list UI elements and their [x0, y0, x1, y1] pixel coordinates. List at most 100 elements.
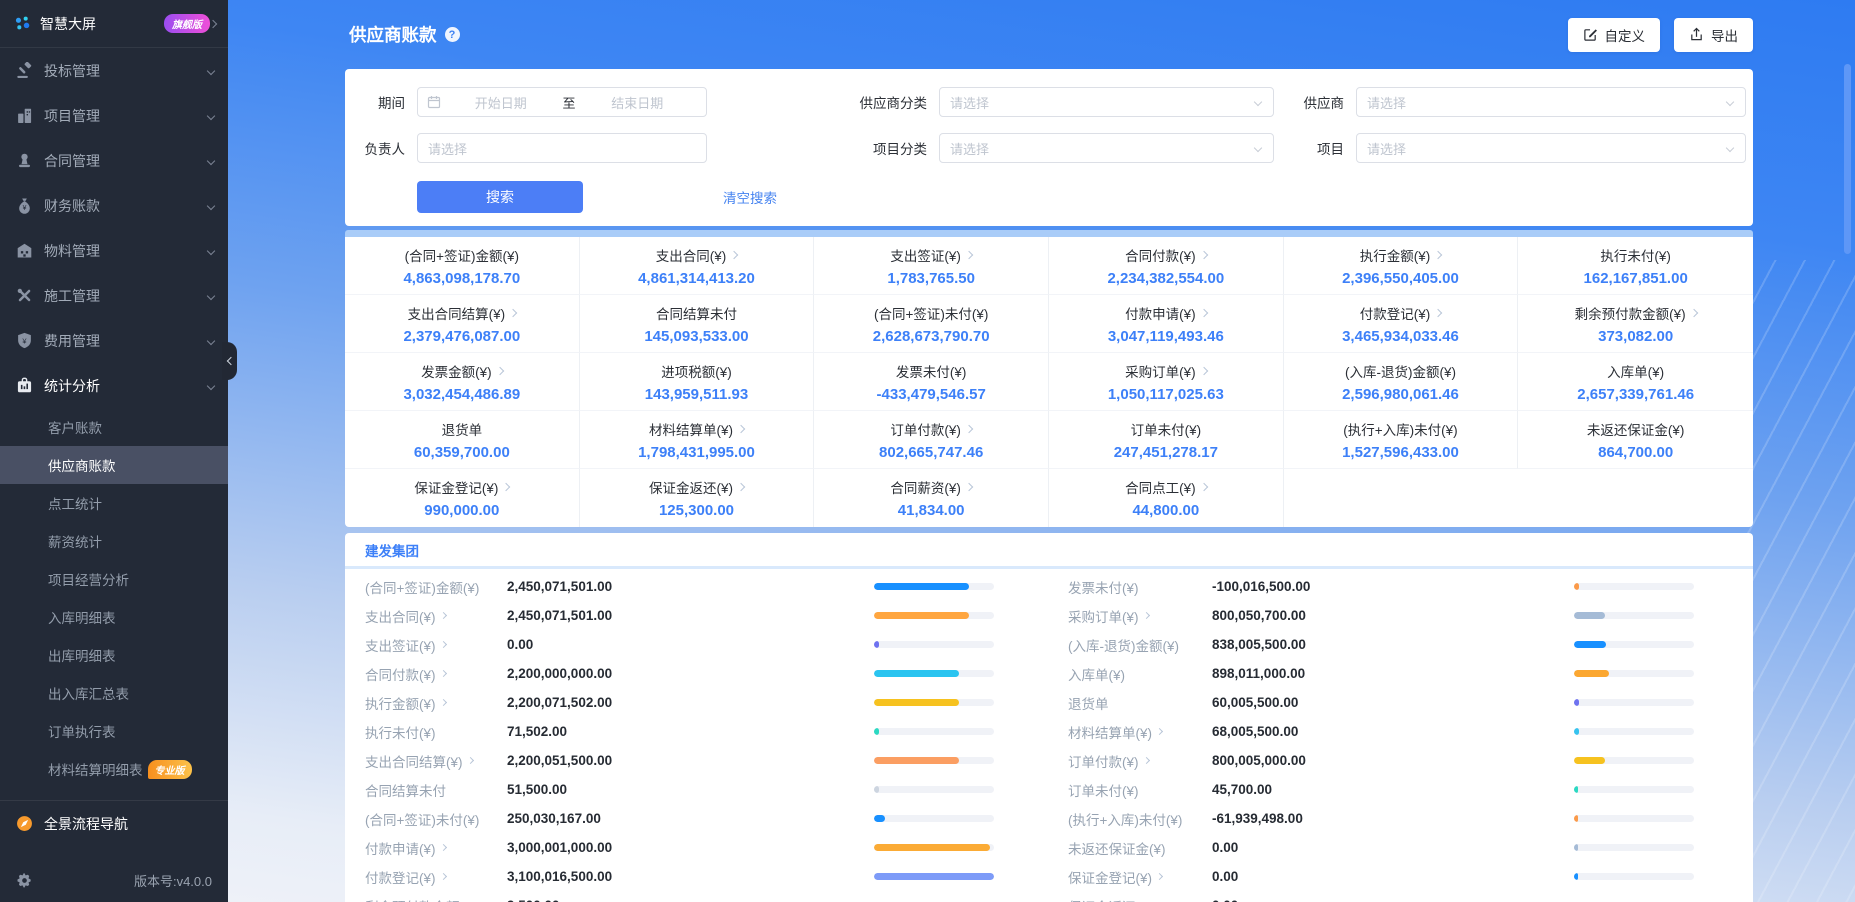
metric-row: 退货单 60,005,500.00 [1068, 688, 1708, 717]
metric-label: (合同+签证)未付(¥) [365, 812, 480, 828]
summary-card[interactable]: 合同薪资(¥) 41,834.00 [814, 469, 1049, 527]
sidebar-menu-item[interactable]: 项目管理 [0, 93, 228, 138]
sidebar-submenu-item[interactable]: 出入库汇总表 [0, 674, 228, 712]
supplier-select[interactable]: 请选择 [1356, 87, 1746, 117]
sidebar-submenu-item[interactable]: 材料结算明细表 专业版 [0, 750, 228, 788]
progress-bar [1574, 641, 1694, 648]
project-select[interactable]: 请选择 [1356, 133, 1746, 163]
project-building-icon [16, 107, 33, 124]
metric-row: (合同+签证)未付(¥) 250,030,167.00 [365, 804, 1005, 833]
summary-card: (合同+签证)金额(¥) 4,863,098,178.70 [345, 237, 580, 295]
summary-card[interactable]: 执行金额(¥) 2,396,550,405.00 [1283, 237, 1519, 295]
summary-card: 订单未付(¥) 247,451,278.17 [1049, 411, 1284, 469]
sidebar-submenu-item[interactable]: 入库明细表 [0, 598, 228, 636]
sidebar-menu-item[interactable]: ¥ 费用管理 [0, 318, 228, 363]
card-value: 864,700.00 [1598, 443, 1674, 461]
calendar-icon [427, 95, 441, 109]
summary-card[interactable]: 订单付款(¥) 802,665,747.46 [814, 411, 1049, 469]
card-value: 1,783,765.50 [887, 269, 975, 287]
metric-row: (合同+签证)金额(¥) 2,450,071,501.00 [365, 572, 1005, 601]
summary-card[interactable]: 支出合同结算(¥) 2,379,476,087.00 [345, 295, 580, 353]
metric-label[interactable]: 保证金登记(¥) [1068, 867, 1212, 887]
metric-label[interactable]: 执行金额(¥) [365, 693, 507, 713]
chevron-down-icon [1725, 143, 1735, 153]
sidebar-submenu-item[interactable]: 点工统计 [0, 484, 228, 522]
summary-card[interactable]: 保证金返还(¥) 125,300.00 [580, 469, 815, 527]
summary-card[interactable]: 支出签证(¥) 1,783,765.50 [814, 237, 1049, 295]
metric-label[interactable]: 付款登记(¥) [365, 867, 507, 887]
summary-card[interactable]: 支出合同(¥) 4,861,314,413.20 [579, 237, 815, 295]
metric-label[interactable]: 保证金返还(¥) [1068, 896, 1212, 902]
card-value: 3,032,454,486.89 [403, 385, 521, 403]
chevron-right-icon [208, 19, 218, 28]
date-range-picker[interactable]: 开始日期 至 结束日期 [417, 87, 707, 117]
summary-card[interactable]: 剩余预付款金额(¥) 373,082.00 [1518, 295, 1753, 353]
clear-search-link[interactable]: 清空搜索 [723, 187, 777, 207]
metric-label[interactable]: 材料结算单(¥) [1068, 722, 1212, 742]
metric-label[interactable]: 订单付款(¥) [1068, 751, 1212, 771]
sidebar-menu-item[interactable]: 施工管理 [0, 273, 228, 318]
sidebar-menu-item[interactable]: 合同管理 [0, 138, 228, 183]
metric-value: 2,450,071,501.00 [507, 608, 613, 623]
metric-label: 退货单 [1068, 696, 1109, 712]
metric-label[interactable]: 支出合同结算(¥) [365, 751, 507, 771]
metric-label[interactable]: 支出合同(¥) [365, 606, 507, 626]
summary-card[interactable]: 合同付款(¥) 2,234,382,554.00 [1049, 237, 1284, 295]
chevron-down-icon [206, 111, 216, 120]
supplier-category-select[interactable]: 请选择 [939, 87, 1274, 117]
progress-bar [874, 583, 994, 590]
sidebar-submenu-item[interactable]: 出库明细表 [0, 636, 228, 674]
sidebar-menu-item[interactable]: 物料管理 [0, 228, 228, 273]
scrollbar-thumb[interactable] [1844, 64, 1851, 254]
owner-input[interactable]: 请选择 [417, 133, 707, 163]
chevron-right-icon [1199, 250, 1208, 259]
summary-card[interactable]: 发票金额(¥) 3,032,454,486.89 [345, 353, 580, 411]
sidebar-submenu-item[interactable]: 客户账款 [0, 408, 228, 446]
summary-card: 执行未付(¥) 162,167,851.00 [1518, 237, 1753, 295]
metric-label[interactable]: 支出签证(¥) [365, 635, 507, 655]
metrics-column-left: (合同+签证)金额(¥) 2,450,071,501.00 支出合同(¥) 2,… [365, 572, 1005, 902]
metric-value: 0.00 [1212, 840, 1239, 855]
summary-card[interactable]: 材料结算单(¥) 1,798,431,995.00 [579, 411, 815, 469]
metric-label[interactable]: 付款申请(¥) [365, 838, 507, 858]
start-date-placeholder[interactable]: 开始日期 [441, 93, 561, 112]
group-title[interactable]: 建发集团 [345, 537, 1753, 569]
project-category-select[interactable]: 请选择 [939, 133, 1274, 163]
end-date-placeholder[interactable]: 结束日期 [578, 93, 698, 112]
summary-card[interactable]: 采购订单(¥) 1,050,117,025.63 [1049, 353, 1284, 411]
metric-label[interactable]: 合同付款(¥) [365, 664, 507, 684]
sidebar-submenu-item[interactable]: 项目经营分析 [0, 560, 228, 598]
chevron-right-icon [1142, 611, 1150, 620]
sidebar-submenu-item[interactable]: 供应商账款 [0, 446, 228, 484]
sidebar-submenu-item[interactable]: 薪资统计 [0, 522, 228, 560]
summary-card[interactable]: 合同点工(¥) 44,800.00 [1049, 469, 1284, 527]
progress-bar [874, 641, 994, 648]
gear-icon[interactable] [16, 872, 33, 889]
chevron-right-icon [1155, 872, 1164, 881]
metric-label: (执行+入库)未付(¥) [1068, 812, 1183, 828]
metric-label[interactable]: 剩余预付款金额(¥) [365, 896, 507, 902]
sidebar-item-smart-screen[interactable]: 智慧大屏 旗舰版 [0, 0, 228, 48]
card-value: 143,959,511.93 [644, 385, 749, 403]
progress-bar [1574, 728, 1694, 735]
sidebar-item-statistics[interactable]: 统计分析 [0, 363, 228, 408]
filter-panel: 期间 开始日期 至 结束日期 供应商分类 请选择 供应商 请选择 负责人 请选择… [345, 69, 1753, 226]
search-button[interactable]: 搜索 [417, 181, 583, 213]
sidebar-submenu: 客户账款 供应商账款 点工统计 薪资统计 项目经营分析 入库明细表 出库明细表 … [0, 408, 228, 788]
export-button[interactable]: 导出 [1674, 17, 1753, 52]
sidebar-collapse-handle[interactable] [222, 342, 237, 380]
summary-card[interactable]: 付款登记(¥) 3,465,934,033.46 [1283, 295, 1519, 353]
sidebar-menu-item[interactable]: ¥ 财务账款 [0, 183, 228, 228]
sidebar-menu-item[interactable]: 投标管理 [0, 48, 228, 93]
customize-button[interactable]: 自定义 [1567, 17, 1660, 52]
chevron-right-icon [1433, 308, 1443, 317]
chevron-right-icon [729, 250, 739, 259]
metric-label[interactable]: 采购订单(¥) [1068, 606, 1212, 626]
summary-card: (合同+签证)未付(¥) 2,628,673,790.70 [814, 295, 1049, 353]
summary-card[interactable]: 保证金登记(¥) 990,000.00 [345, 469, 580, 527]
help-icon[interactable]: ? [444, 27, 460, 42]
summary-card[interactable]: 付款申请(¥) 3,047,119,493.46 [1049, 295, 1284, 353]
sidebar-item-process-navigation[interactable]: 全景流程导航 [0, 800, 228, 846]
sidebar-submenu-item[interactable]: 订单执行表 [0, 712, 228, 750]
pro-badge: 专业版 [147, 759, 192, 779]
